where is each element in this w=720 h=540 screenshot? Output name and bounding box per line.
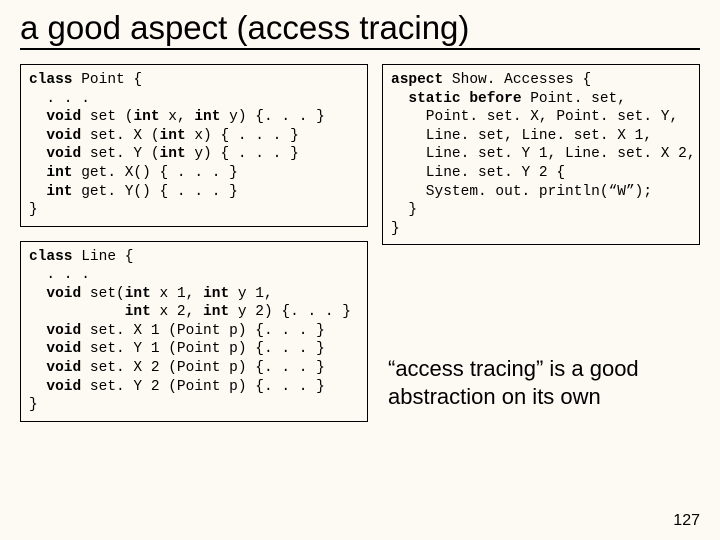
page-title: a good aspect (access tracing) (20, 8, 700, 50)
code-text: x) { . . . } (186, 128, 299, 144)
kw-void: void (29, 379, 81, 395)
code-box-point: class Point { . . . void set (int x, int… (20, 64, 368, 226)
code-box-line: class Line { . . . void set(int x 1, int… (20, 241, 368, 422)
kw-class: class (29, 249, 73, 265)
kw-int: int (29, 165, 73, 181)
code-text: y 1, (229, 286, 273, 302)
code-text: set( (81, 286, 125, 302)
slide: a good aspect (access tracing) class Poi… (0, 0, 720, 540)
code-text: x 2, (151, 304, 203, 320)
code-text: set. X ( (81, 128, 159, 144)
code-aspect: aspect Show. Accesses { static before Po… (391, 71, 691, 238)
kw-aspect: aspect (391, 72, 443, 88)
kw-int: int (160, 146, 186, 162)
code-text: set. X 2 (Point p) {. . . } (81, 360, 325, 376)
kw-void: void (29, 341, 81, 357)
code-text: . . . (29, 267, 90, 283)
kw-int: int (125, 286, 151, 302)
note-text: “access tracing” is a good abstraction o… (382, 355, 700, 410)
code-text: Point. set, (522, 91, 626, 107)
code-text: set. Y 1 (Point p) {. . . } (81, 341, 325, 357)
code-text: get. X() { . . . } (73, 165, 238, 181)
code-text: Line. set, Line. set. X 1, (391, 128, 652, 144)
page-number: 127 (673, 512, 700, 530)
code-text: set. X 1 (Point p) {. . . } (81, 323, 325, 339)
kw-class: class (29, 72, 73, 88)
code-text: set. Y ( (81, 146, 159, 162)
left-column: class Point { . . . void set (int x, int… (20, 64, 368, 421)
kw-static-before: static before (391, 91, 522, 107)
code-point: class Point { . . . void set (int x, int… (29, 71, 359, 219)
kw-void: void (29, 128, 81, 144)
kw-int: int (133, 109, 159, 125)
code-text: set ( (81, 109, 133, 125)
code-text: Line. set. Y 1, Line. set. X 2, (391, 146, 696, 162)
code-text: Line { (73, 249, 134, 265)
code-text: } (29, 202, 38, 218)
code-text: Point { (73, 72, 143, 88)
kw-void: void (29, 109, 81, 125)
code-text: get. Y() { . . . } (73, 184, 238, 200)
code-text: } (391, 221, 400, 237)
kw-int: int (125, 304, 151, 320)
code-text: Line. set. Y 2 { (391, 165, 565, 181)
code-line: class Line { . . . void set(int x 1, int… (29, 248, 359, 415)
code-text: x 1, (151, 286, 203, 302)
code-text: Point. set. X, Point. set. Y, (391, 109, 678, 125)
note-line: “access tracing” is a good (388, 355, 700, 383)
code-text: y) {. . . } (220, 109, 324, 125)
kw-void: void (29, 146, 81, 162)
code-text: x, (160, 109, 195, 125)
code-box-aspect: aspect Show. Accesses { static before Po… (382, 64, 700, 245)
kw-int: int (194, 109, 220, 125)
code-text: Show. Accesses { (443, 72, 591, 88)
kw-void: void (29, 360, 81, 376)
note-line: abstraction on its own (388, 383, 700, 411)
code-text: set. Y 2 (Point p) {. . . } (81, 379, 325, 395)
kw-int: int (203, 286, 229, 302)
kw-void: void (29, 323, 81, 339)
code-text: } (29, 397, 38, 413)
code-text: y 2) {. . . } (229, 304, 351, 320)
kw-int: int (203, 304, 229, 320)
code-text: y) { . . . } (186, 146, 299, 162)
kw-void: void (29, 286, 81, 302)
right-column: aspect Show. Accesses { static before Po… (382, 64, 700, 410)
kw-int: int (160, 128, 186, 144)
columns: class Point { . . . void set (int x, int… (20, 64, 700, 421)
code-text: . . . (29, 91, 90, 107)
kw-int: int (29, 184, 73, 200)
code-text (29, 304, 125, 320)
code-text: } (391, 202, 417, 218)
code-text: System. out. println(“W”); (391, 184, 652, 200)
